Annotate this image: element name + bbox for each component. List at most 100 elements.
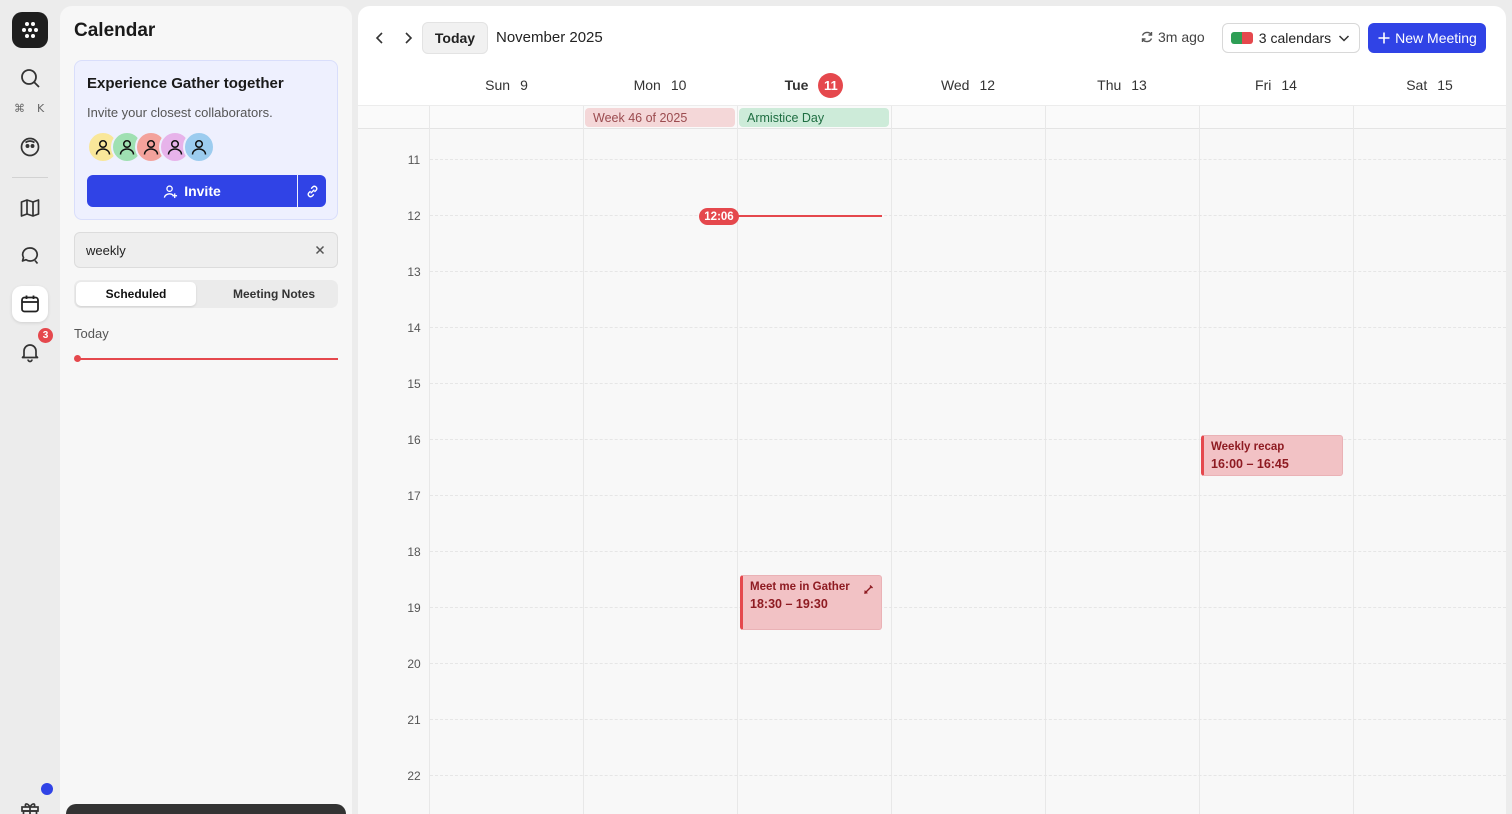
all-day-row: Week 46 of 2025 Armistice Day xyxy=(358,105,1506,130)
calendars-label: 3 calendars xyxy=(1258,30,1332,46)
hour-label: 20 xyxy=(407,657,421,671)
cmd-key: ⌘ xyxy=(14,102,25,115)
day-name: Mon xyxy=(633,77,661,93)
day-number: 15 xyxy=(1437,77,1453,93)
invite-promo-card: Experience Gather together Invite your c… xyxy=(74,60,338,220)
hour-label: 19 xyxy=(407,601,421,615)
calendar-sidebar: Calendar Experience Gather together Invi… xyxy=(60,6,352,814)
clear-search-icon[interactable] xyxy=(313,243,327,257)
hour-line xyxy=(430,663,1506,664)
day-header-tue[interactable]: Tue 11 xyxy=(737,70,891,100)
day-name: Tue xyxy=(784,77,809,93)
sync-status[interactable]: 3m ago xyxy=(1140,29,1205,45)
hour-label: 18 xyxy=(407,545,421,559)
sync-label: 3m ago xyxy=(1158,29,1205,45)
promo-subtitle: Invite your closest collaborators. xyxy=(87,105,273,120)
today-marker-line xyxy=(78,358,338,360)
chevron-down-icon xyxy=(1339,35,1350,42)
update-dot xyxy=(41,783,53,795)
day-number: 13 xyxy=(1131,77,1147,93)
map-icon[interactable] xyxy=(12,190,48,226)
invite-button[interactable]: Invite xyxy=(87,175,297,207)
event-weekly-recap[interactable]: Weekly recap 16:00 – 16:45 xyxy=(1201,435,1343,476)
sidebar-title: Calendar xyxy=(74,20,156,41)
left-rail: ⌘ K 3 xyxy=(0,0,60,814)
current-time-badge: 12:06 xyxy=(699,208,739,225)
column-divider xyxy=(429,129,430,814)
hour-line xyxy=(430,719,1506,720)
link-icon xyxy=(307,185,317,197)
hour-line xyxy=(430,327,1506,328)
day-name: Fri xyxy=(1255,77,1272,93)
refresh-icon xyxy=(1141,31,1153,43)
column-divider xyxy=(583,106,584,130)
bell-icon[interactable]: 3 xyxy=(12,328,53,370)
search-value: weekly xyxy=(86,243,126,258)
today-button[interactable]: Today xyxy=(422,22,488,54)
hour-label: 13 xyxy=(407,265,421,279)
day-number: 14 xyxy=(1281,77,1297,93)
day-name: Sun xyxy=(485,77,511,93)
calendar-icon[interactable] xyxy=(12,286,48,322)
add-user-icon xyxy=(163,184,178,198)
next-week-button[interactable] xyxy=(396,24,420,52)
holiday-event[interactable]: Armistice Day xyxy=(739,108,889,127)
hour-line xyxy=(430,215,1506,216)
new-meeting-label: New Meeting xyxy=(1395,30,1477,46)
hour-label: 21 xyxy=(407,713,421,727)
today-section-label: Today xyxy=(74,326,109,341)
column-divider xyxy=(1353,106,1354,130)
chevron-right-icon xyxy=(405,32,413,44)
edit-icon[interactable] xyxy=(864,584,874,594)
day-header-mon[interactable]: Mon 10 xyxy=(583,70,737,100)
plus-icon xyxy=(1378,32,1390,44)
event-meet-me-in-gather[interactable]: Meet me in Gather 18:30 – 19:30 xyxy=(740,575,882,630)
column-divider xyxy=(583,129,584,814)
copy-link-button[interactable] xyxy=(298,175,326,207)
day-header-thu[interactable]: Thu 13 xyxy=(1045,70,1199,100)
day-header-sun[interactable]: Sun 9 xyxy=(430,70,583,100)
avatar xyxy=(183,131,215,163)
column-divider xyxy=(1353,129,1354,814)
hour-label: 22 xyxy=(407,769,421,783)
chevron-left-icon xyxy=(375,32,383,44)
sidebar-footer-bar xyxy=(66,804,346,814)
hour-label: 14 xyxy=(407,321,421,335)
previous-week-button[interactable] xyxy=(368,24,392,52)
hour-line xyxy=(430,271,1506,272)
gather-logo-icon[interactable] xyxy=(12,12,48,48)
hour-line xyxy=(430,607,1506,608)
column-divider xyxy=(891,129,892,814)
column-divider xyxy=(1199,106,1200,130)
k-key: K xyxy=(37,102,45,115)
current-time-line xyxy=(738,215,882,217)
tab-scheduled[interactable]: Scheduled xyxy=(76,282,196,306)
face-icon[interactable] xyxy=(12,129,48,165)
column-divider xyxy=(429,106,430,130)
today-day-number: 11 xyxy=(818,72,844,98)
time-grid[interactable]: 11 12 13 14 15 16 17 18 19 20 21 22 12:0… xyxy=(358,129,1506,814)
search-input[interactable]: weekly xyxy=(74,232,338,268)
shortcut-hint: ⌘ K xyxy=(14,102,44,115)
hour-line xyxy=(430,383,1506,384)
week-number-event[interactable]: Week 46 of 2025 xyxy=(585,108,735,127)
new-meeting-button[interactable]: New Meeting xyxy=(1368,23,1486,53)
search-icon[interactable] xyxy=(12,60,48,96)
column-divider xyxy=(1045,106,1046,130)
invite-label: Invite xyxy=(184,183,221,199)
gift-icon[interactable] xyxy=(12,783,53,814)
notification-count-badge: 3 xyxy=(38,328,53,343)
hour-label: 16 xyxy=(407,433,421,447)
day-header-sat[interactable]: Sat 15 xyxy=(1353,70,1506,100)
tab-meeting-notes[interactable]: Meeting Notes xyxy=(214,282,334,306)
hour-line xyxy=(430,439,1506,440)
day-number: 12 xyxy=(979,77,996,93)
column-divider xyxy=(891,106,892,130)
calendars-dropdown[interactable]: 3 calendars xyxy=(1222,23,1360,53)
hour-label: 15 xyxy=(407,377,421,391)
chat-icon[interactable] xyxy=(12,238,48,274)
day-header-wed[interactable]: Wed 12 xyxy=(891,70,1045,100)
day-number: 9 xyxy=(520,77,528,93)
column-divider xyxy=(737,129,738,814)
day-header-fri[interactable]: Fri 14 xyxy=(1199,70,1353,100)
